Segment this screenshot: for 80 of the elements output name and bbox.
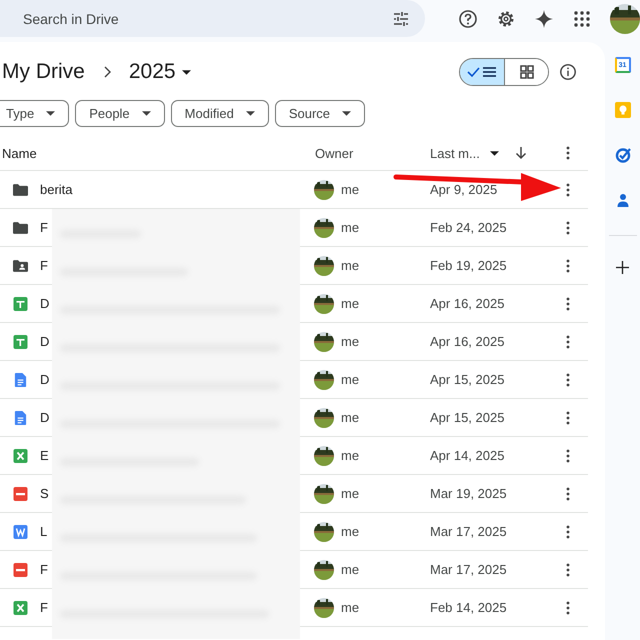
add-icon[interactable] <box>616 261 629 274</box>
modified-date: Mar 19, 2025 <box>430 486 508 501</box>
owner-name: me <box>341 562 360 577</box>
owner-name: me <box>341 220 360 235</box>
modified-date: Mar 17, 2025 <box>430 562 508 577</box>
vertical-dots-icon <box>566 220 570 234</box>
filter-chip[interactable]: Modified <box>170 100 269 127</box>
owner-name: me <box>341 372 360 387</box>
vertical-dots-icon <box>566 524 570 538</box>
folder-title-dropdown[interactable]: 2025 <box>128 60 191 84</box>
column-header[interactable]: Last m... <box>430 146 499 160</box>
vertical-dots-icon <box>566 486 570 500</box>
modified-date: Feb 19, 2025 <box>430 258 508 273</box>
sparkle-icon[interactable] <box>534 8 554 28</box>
vertical-dots-icon <box>566 146 570 160</box>
caret-icon <box>246 111 255 116</box>
spreadsheet-icon <box>12 448 28 462</box>
modified-date: Apr 15, 2025 <box>430 410 506 425</box>
chevron-right-icon <box>102 66 111 78</box>
help-icon[interactable] <box>458 8 478 28</box>
word-document-icon <box>12 524 28 538</box>
grid-icon <box>520 65 534 79</box>
spreadsheet-icon <box>12 296 28 310</box>
document-icon <box>12 410 28 424</box>
info-icon[interactable] <box>559 63 577 81</box>
caret-icon <box>46 111 56 116</box>
modified-date: Apr 9, 2025 <box>430 182 498 197</box>
search-field[interactable]: Search in Drive <box>23 10 391 26</box>
modified-date: Feb 14, 2025 <box>430 600 508 615</box>
vertical-dots-icon <box>566 410 570 424</box>
filter-chip[interactable]: People <box>75 100 165 127</box>
search-bar[interactable]: Search in Drive <box>0 0 425 37</box>
vertical-dots-icon <box>566 600 570 614</box>
column-header[interactable]: Name <box>2 146 315 160</box>
owner-name: me <box>341 486 360 501</box>
owner-name: me <box>341 334 360 349</box>
filter-chip[interactable]: Type <box>0 100 70 127</box>
breadcrumb-link[interactable]: My Drive <box>2 60 85 84</box>
settings-icon[interactable] <box>496 8 516 28</box>
vertical-dots-icon <box>566 258 570 272</box>
caret-icon <box>342 111 352 116</box>
spreadsheet-icon <box>12 334 28 348</box>
spreadsheet-icon <box>12 600 28 614</box>
view-toggle[interactable] <box>459 58 549 86</box>
filter-chip[interactable]: Source <box>274 100 366 127</box>
vertical-dots-icon <box>566 182 570 196</box>
owner-name: me <box>341 296 360 311</box>
grid-view-toggle[interactable] <box>504 59 548 85</box>
owner-name: me <box>341 448 360 463</box>
vertical-dots-icon <box>566 562 570 576</box>
person-icon[interactable] <box>614 192 630 208</box>
caret-icon <box>490 150 499 156</box>
modified-date: Mar 17, 2025 <box>430 524 508 539</box>
owner-name: me <box>341 410 360 425</box>
owner-name: me <box>341 258 360 273</box>
vertical-dots-icon <box>566 296 570 310</box>
tasks-check-icon[interactable] <box>614 147 630 163</box>
shared-folder-icon <box>12 258 28 272</box>
vertical-dots-icon <box>566 372 570 386</box>
modified-date: Apr 16, 2025 <box>430 296 506 311</box>
vertical-dots-icon <box>566 448 570 462</box>
sort-arrow-icon[interactable] <box>515 146 527 160</box>
folder-icon <box>12 220 28 234</box>
file-name[interactable]: berita <box>40 182 315 197</box>
modified-date: Apr 16, 2025 <box>430 334 506 349</box>
owner-name: me <box>341 182 360 197</box>
check-list-icon <box>467 65 497 79</box>
owner-name: me <box>341 600 360 615</box>
caret-icon <box>142 111 151 116</box>
modified-date: Apr 15, 2025 <box>430 372 506 387</box>
folder-icon <box>12 182 28 196</box>
modified-date: Feb 24, 2025 <box>430 220 508 235</box>
owner-name: me <box>341 524 360 539</box>
modified-date: Apr 14, 2025 <box>430 448 506 463</box>
document-icon <box>12 372 28 386</box>
caret-icon <box>182 70 191 74</box>
column-header[interactable]: Owner <box>315 146 430 160</box>
apps-grid-icon[interactable] <box>572 8 592 28</box>
vertical-dots-icon <box>566 334 570 348</box>
list-view-toggle[interactable] <box>460 59 504 85</box>
